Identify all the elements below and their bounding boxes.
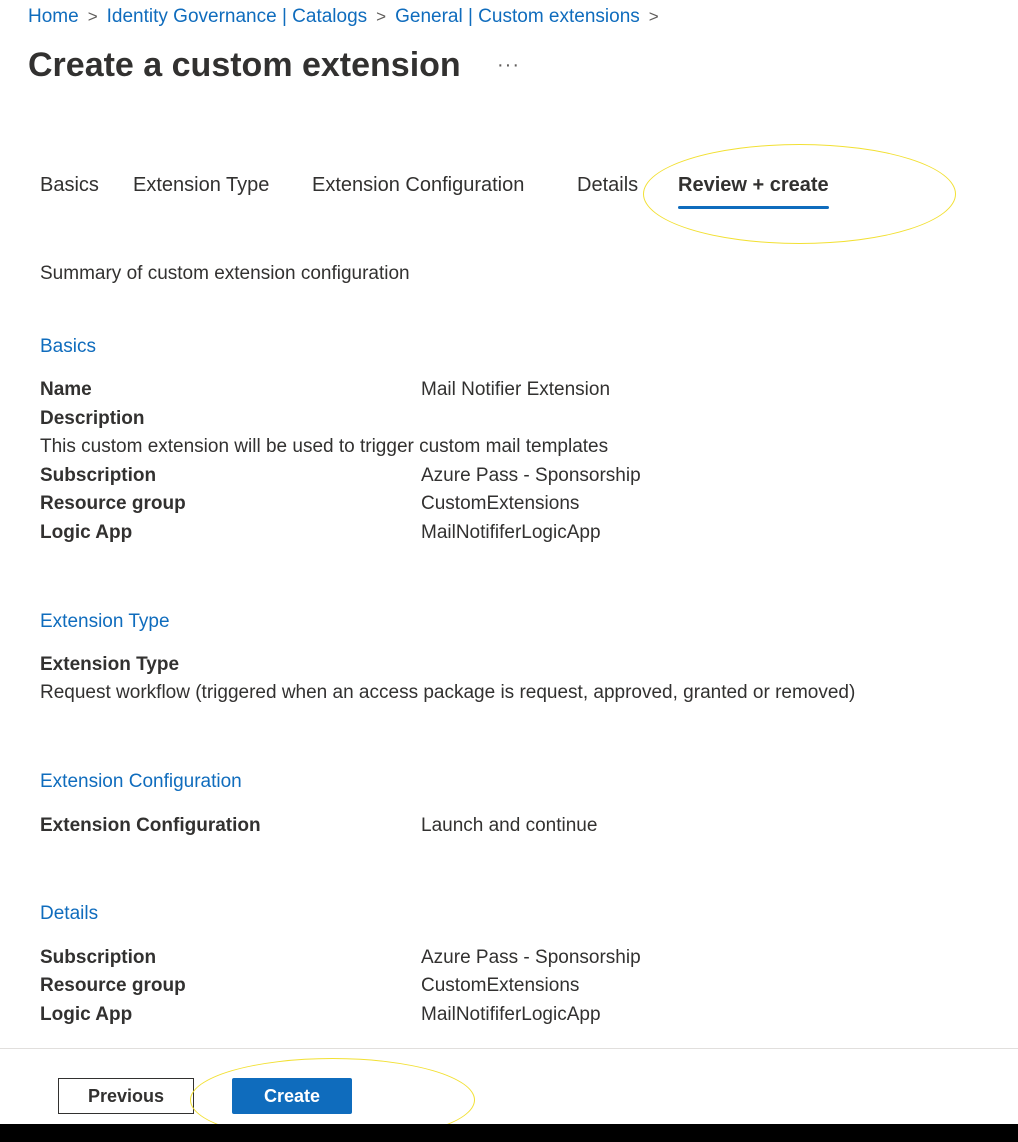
section-title-basics: Basics (40, 336, 96, 357)
logic-app-label: Logic App (40, 522, 133, 543)
logic-app-value: MailNotififerLogicApp (421, 522, 601, 543)
summary-text: Summary of custom extension configuratio… (40, 263, 410, 284)
create-button[interactable]: Create (232, 1078, 352, 1114)
tab-review-create[interactable]: Review + create (678, 174, 829, 209)
breadcrumb: Home > Identity Governance | Catalogs > Gene… (28, 6, 668, 28)
tab-basics[interactable]: Basics (40, 174, 99, 197)
name-value: Mail Notifier Extension (421, 379, 611, 400)
tab-extension-configuration[interactable]: Extension Configuration (312, 174, 524, 197)
previous-button[interactable]: Previous (58, 1078, 194, 1114)
chevron-right-icon: > (87, 7, 98, 26)
chevron-right-icon: > (376, 7, 387, 26)
extension-type-value: Request workflow (triggered when an acce… (40, 682, 856, 703)
page-title: Create a custom extension (28, 46, 461, 84)
more-options-icon[interactable]: ··· (497, 54, 520, 77)
details-resource-group-value: CustomExtensions (421, 975, 580, 996)
description-label: Description (40, 408, 145, 429)
tab-details[interactable]: Details (577, 174, 638, 197)
bottom-bar (0, 1124, 1018, 1142)
footer-divider (0, 1048, 1018, 1049)
resource-group-value: CustomExtensions (421, 493, 580, 514)
tab-extension-type[interactable]: Extension Type (133, 174, 269, 197)
details-subscription-value: Azure Pass - Sponsorship (421, 947, 641, 968)
subscription-value: Azure Pass - Sponsorship (421, 465, 641, 486)
breadcrumb-custom-extensions-link[interactable]: General | Custom extensions (395, 6, 640, 27)
details-subscription-label: Subscription (40, 947, 157, 968)
section-title-details: Details (40, 903, 99, 924)
chevron-right-icon: > (648, 7, 659, 26)
details-resource-group-label: Resource group (40, 975, 186, 996)
extension-type-label: Extension Type (40, 654, 180, 675)
wizard-tabs: Basics Extension Type Extension Configur… (40, 174, 1000, 214)
description-value: This custom extension will be used to tr… (40, 436, 609, 457)
resource-group-label: Resource group (40, 493, 186, 514)
section-title-extension-type: Extension Type (40, 611, 170, 632)
extension-configuration-label: Extension Configuration (40, 815, 261, 836)
subscription-label: Subscription (40, 465, 157, 486)
section-title-extension-configuration: Extension Configuration (40, 771, 242, 792)
breadcrumb-catalogs-link[interactable]: Identity Governance | Catalogs (107, 6, 368, 27)
details-logic-app-label: Logic App (40, 1004, 133, 1025)
breadcrumb-home-link[interactable]: Home (28, 6, 79, 27)
extension-configuration-value: Launch and continue (421, 815, 598, 836)
details-logic-app-value: MailNotififerLogicApp (421, 1004, 601, 1025)
name-label: Name (40, 379, 92, 400)
